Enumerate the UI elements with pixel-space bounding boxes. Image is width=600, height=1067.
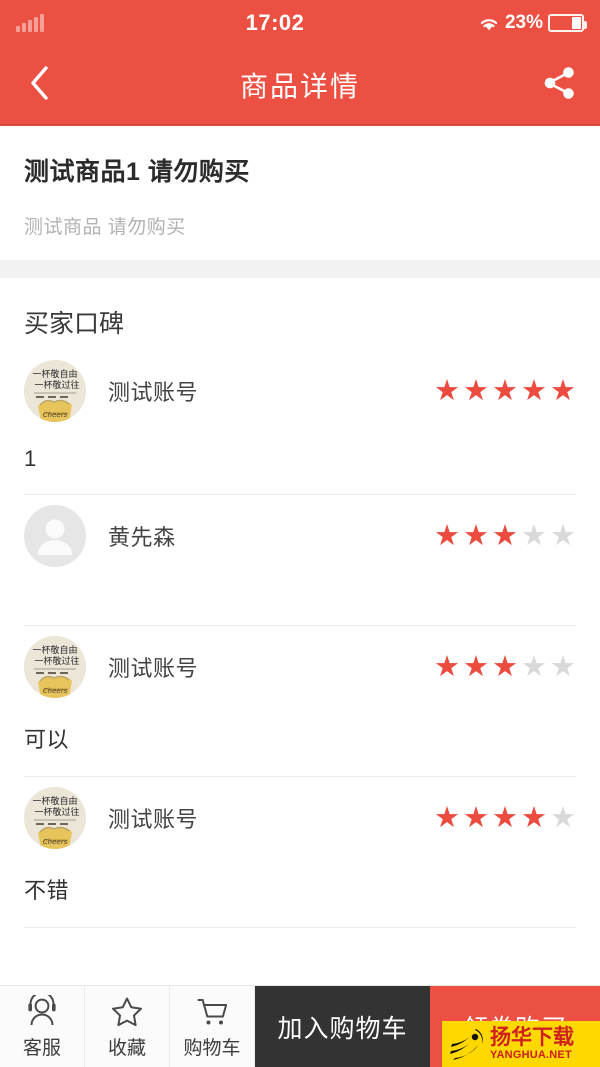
rating-stars: ★ ★ ★ ★ ★: [434, 374, 576, 407]
signal-bars-icon: [16, 14, 106, 32]
rating-stars: ★ ★ ★ ★ ★: [434, 519, 576, 552]
star-empty-icon: ★: [521, 519, 547, 552]
review-header: 一杯敬自由 一杯敬过往 Cheers 测试账号 ★ ★ ★ ★ ★: [24, 350, 576, 432]
star-filled-icon: ★: [463, 374, 489, 407]
star-filled-icon: ★: [492, 650, 518, 683]
add-to-cart-button[interactable]: 加入购物车: [255, 986, 430, 1067]
customer-service-button[interactable]: 客服: [0, 986, 85, 1067]
nav-bar: 商品详情: [0, 46, 600, 126]
tiger-flame-logo-icon: [446, 1024, 488, 1064]
star-filled-icon: ★: [521, 374, 547, 407]
customer-service-label: 客服: [22, 1038, 61, 1059]
reviewer-name: 黄先森: [108, 525, 176, 550]
wifi-icon: [478, 15, 500, 32]
star-empty-icon: ★: [550, 650, 576, 683]
reviewer-name: 测试账号: [108, 807, 199, 832]
star-empty-icon: ★: [550, 519, 576, 552]
product-subtitle: 测试商品 请勿购买: [24, 217, 186, 238]
status-bar: 17:02 23%: [0, 0, 600, 46]
page-title: 商品详情: [239, 71, 360, 102]
review-divider: [24, 927, 576, 928]
star-filled-icon: ★: [550, 374, 576, 407]
reviewer-name: 测试账号: [108, 656, 199, 681]
reviews-title: 买家口碑: [24, 310, 125, 338]
cart-label: 购物车: [183, 1038, 241, 1059]
share-icon: [541, 64, 579, 107]
product-title: 测试商品1 请勿购买: [24, 158, 250, 186]
star-filled-icon: ★: [463, 801, 489, 834]
back-button[interactable]: [0, 45, 80, 125]
review-item: 一杯敬自由 一杯敬过往 Cheers 测试账号 ★ ★ ★ ★ ★ 不错: [0, 777, 600, 928]
product-summary: 测试商品1 请勿购买 测试商品 请勿购买: [0, 128, 600, 260]
favorite-label: 收藏: [107, 1038, 146, 1059]
battery-percent: 23%: [504, 12, 543, 33]
star-empty-icon: ★: [521, 650, 547, 683]
rating-stars: ★ ★ ★ ★ ★: [434, 801, 576, 834]
product-detail-screen: 17:02 23% 商品详情 测试商品1 请勿购买 测试商品 请勿购买 买家口碑…: [0, 0, 600, 1067]
favorite-button[interactable]: 收藏: [85, 986, 170, 1067]
reviews-section: 买家口碑 一杯敬自由 一杯敬过往 Cheers 测试账号 ★ ★ ★ ★ ★ 1 黄先森 ★ ★ ★ ★ ★ 一…: [0, 278, 600, 928]
star-filled-icon: ★: [463, 650, 489, 683]
svg-text:一杯敬过往: 一杯敬过往: [34, 806, 79, 818]
review-header: 一杯敬自由 一杯敬过往 Cheers 测试账号 ★ ★ ★ ★ ★: [24, 626, 576, 708]
svg-text:一杯敬自由: 一杯敬自由: [32, 795, 77, 807]
watermark-title: 扬华下载: [490, 1026, 574, 1049]
svg-text:Cheers: Cheers: [43, 687, 68, 695]
review-item: 一杯敬自由 一杯敬过往 Cheers 测试账号 ★ ★ ★ ★ ★ 1: [0, 350, 600, 495]
battery-icon: [548, 14, 587, 32]
beer-avatar: 一杯敬自由 一杯敬过往 Cheers: [24, 360, 86, 422]
watermark-url: YANGHUA.NET: [490, 1049, 572, 1061]
beer-avatar: 一杯敬自由 一杯敬过往 Cheers: [24, 636, 86, 698]
star-filled-icon: ★: [434, 801, 460, 834]
section-gap: [0, 260, 600, 278]
star-filled-icon: ★: [521, 801, 547, 834]
star-filled-icon: ★: [492, 519, 518, 552]
svg-text:Cheers: Cheers: [43, 411, 68, 419]
star-filled-icon: ★: [434, 374, 460, 407]
beer-avatar: 一杯敬自由 一杯敬过往 Cheers: [24, 787, 86, 849]
watermark-overlay: 扬华下载 YANGHUA.NET: [442, 1021, 600, 1067]
star-filled-icon: ★: [463, 519, 489, 552]
svg-text:一杯敬自由: 一杯敬自由: [32, 368, 77, 380]
shopping-cart-icon: [195, 994, 229, 1030]
review-list: 一杯敬自由 一杯敬过往 Cheers 测试账号 ★ ★ ★ ★ ★ 1 黄先森 ★ ★ ★ ★ ★ 一杯敬自由一…: [0, 350, 600, 928]
reviewer-name: 测试账号: [108, 380, 199, 405]
back-chevron-icon: [27, 63, 53, 108]
star-filled-icon: ★: [492, 801, 518, 834]
star-outline-icon: [110, 994, 144, 1030]
review-text: 可以: [24, 727, 70, 752]
star-filled-icon: ★: [434, 650, 460, 683]
svg-text:一杯敬自由: 一杯敬自由: [32, 644, 77, 656]
svg-text:Cheers: Cheers: [43, 838, 68, 846]
rating-stars: ★ ★ ★ ★ ★: [434, 650, 576, 683]
star-filled-icon: ★: [492, 374, 518, 407]
svg-text:一杯敬过往: 一杯敬过往: [34, 655, 79, 667]
review-text: 不错: [24, 878, 70, 903]
review-header: 一杯敬自由 一杯敬过往 Cheers 测试账号 ★ ★ ★ ★ ★: [24, 777, 576, 859]
share-button[interactable]: [520, 45, 600, 125]
review-item: 一杯敬自由 一杯敬过往 Cheers 测试账号 ★ ★ ★ ★ ★ 可以: [0, 626, 600, 777]
cart-button[interactable]: 购物车: [170, 986, 255, 1067]
headset-support-icon: [25, 994, 59, 1030]
review-item: 黄先森 ★ ★ ★ ★ ★: [0, 495, 600, 626]
default-avatar: [24, 505, 86, 567]
status-time: 17:02: [245, 10, 305, 35]
star-empty-icon: ★: [550, 801, 576, 834]
review-text: 1: [24, 446, 37, 471]
svg-text:一杯敬过往: 一杯敬过往: [34, 379, 79, 391]
star-filled-icon: ★: [434, 519, 460, 552]
review-header: 黄先森 ★ ★ ★ ★ ★: [24, 495, 576, 577]
